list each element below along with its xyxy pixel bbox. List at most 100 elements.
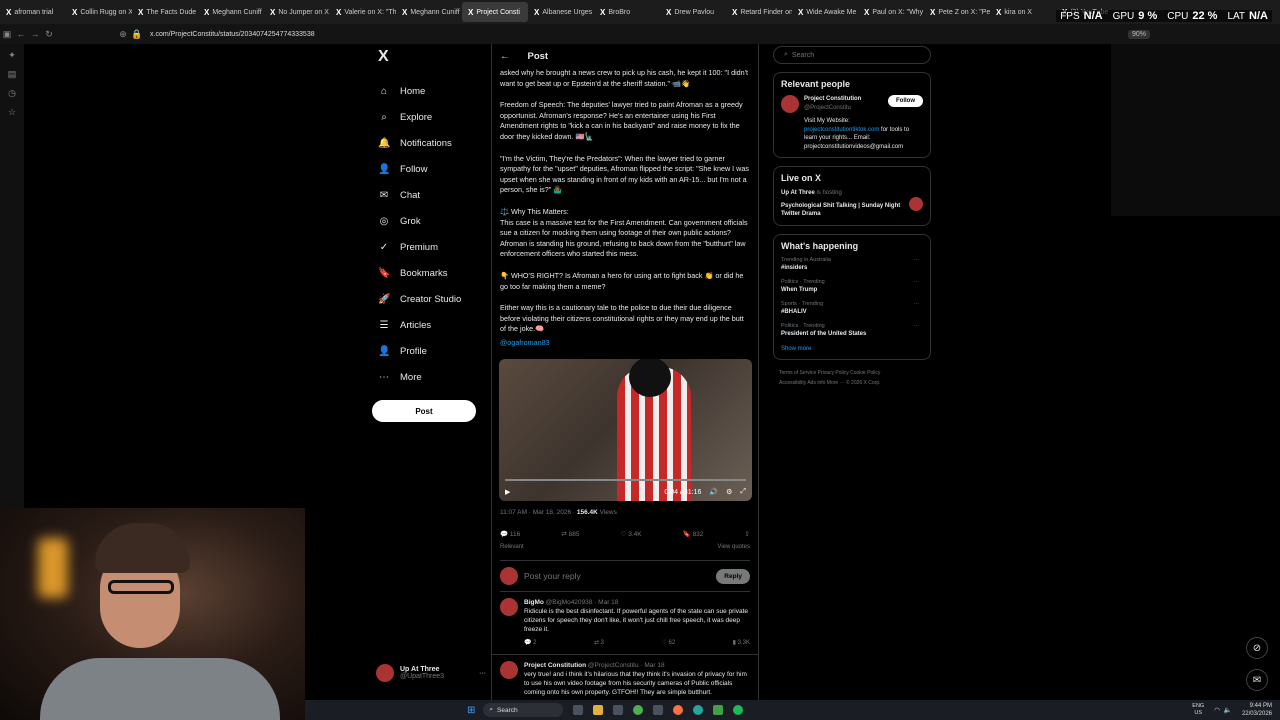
taskbar-search[interactable]: ⌕ Search (483, 703, 564, 717)
edge-icon[interactable] (693, 705, 704, 715)
share-icon[interactable]: ⇪ (745, 530, 750, 538)
view-count[interactable]: ▮ 3.3K (733, 639, 750, 648)
video-progress-bar[interactable] (505, 479, 746, 482)
nav-item-chat[interactable]: ✉ Chat (372, 182, 484, 208)
reload-icon[interactable]: ↻ (42, 29, 56, 40)
post-timestamp[interactable]: 11:07 AM · Mar 18, 2026 · (500, 509, 577, 516)
like-count[interactable]: ♡ 62 (661, 639, 675, 648)
folder-icon[interactable] (593, 705, 604, 715)
reply-input[interactable]: Post your reply (524, 571, 581, 581)
bio-link[interactable]: projectconstitutiontiktok.com (804, 127, 879, 133)
tab-6[interactable]: X Meghann Cuniff (396, 2, 462, 22)
post-button[interactable]: Post (372, 400, 476, 422)
tab-13[interactable]: X Paul on X: "Why (858, 2, 924, 22)
nav-item-follow[interactable]: 👤 Follow (372, 156, 484, 182)
nav-item-bookmarks[interactable]: 🔖 Bookmarks (372, 260, 484, 286)
nav-item-explore[interactable]: ⌕ Explore (372, 104, 484, 130)
tab-5[interactable]: X Valerie on X: "Th (330, 2, 396, 22)
trend-item[interactable]: Sports · Trending #BHALIV ··· (781, 301, 923, 315)
avatar[interactable] (500, 661, 518, 680)
trend-item[interactable]: Politics · Trending President of the Unit… (781, 323, 923, 337)
file-explorer-icon[interactable] (573, 705, 584, 715)
favorites-icon[interactable]: ☆ (8, 107, 16, 118)
back-arrow-icon[interactable]: ← (500, 51, 510, 62)
collections-icon[interactable]: ▤ (8, 69, 17, 80)
app-icon[interactable] (653, 705, 664, 715)
follow-button[interactable]: Follow (888, 95, 923, 107)
avatar[interactable] (781, 95, 799, 113)
relevant-dropdown[interactable]: Relevant (500, 544, 524, 550)
forward-icon[interactable]: → (28, 29, 42, 39)
tab-1[interactable]: X Collin Rugg on X (66, 2, 132, 22)
tab-10[interactable]: X Drew Pavlou (660, 2, 726, 22)
tab-11[interactable]: X Retard Finder on (726, 2, 792, 22)
chrome-icon[interactable] (633, 705, 644, 715)
wifi-icon[interactable]: ◠ (1214, 706, 1220, 714)
avatar[interactable] (500, 598, 518, 617)
tab-2[interactable]: X The Facts Dude (132, 2, 198, 22)
more-icon[interactable]: ··· (914, 257, 920, 263)
nav-item-more[interactable]: ⋯ More (372, 364, 484, 390)
reply-action[interactable]: 💬 116 (500, 530, 520, 538)
account-switcher[interactable]: Up At Three @UpatThree3 ··· (376, 664, 486, 682)
more-icon[interactable]: ··· (914, 279, 920, 285)
reply-count[interactable]: 💬 2 (524, 639, 536, 648)
more-icon[interactable]: ··· (914, 323, 920, 329)
firefox-icon[interactable] (673, 705, 684, 715)
nav-item-notifications[interactable]: 🔔 Notifications (372, 130, 484, 156)
messages-icon[interactable]: ✉ (1246, 669, 1268, 691)
nav-item-home[interactable]: ⌂ Home (372, 78, 484, 104)
volume-icon[interactable]: 🔊 (709, 488, 718, 496)
app-icon[interactable] (713, 705, 724, 715)
more-icon[interactable]: ··· (479, 670, 486, 677)
fullscreen-icon[interactable]: ⤢ (740, 488, 746, 496)
live-show[interactable]: Psychological Shit Talking | Sunday Nigh… (781, 202, 905, 219)
more-icon[interactable]: ··· (914, 301, 920, 307)
reply-author[interactable]: BigMo (524, 599, 544, 606)
x-logo[interactable]: X (378, 48, 484, 66)
clock[interactable]: 9:44 PM 22/03/2026 (1242, 702, 1272, 718)
live-host[interactable]: Up At Three (781, 190, 815, 196)
language-indicator[interactable]: ENG US (1192, 703, 1204, 717)
reply-author[interactable]: Project Constitution (524, 662, 586, 669)
view-quotes-link[interactable]: View quotes (717, 544, 750, 550)
site-info-icon[interactable]: ⊕ (116, 29, 130, 40)
nav-item-creator-studio[interactable]: 🚀 Creator Studio (372, 286, 484, 312)
tab-0[interactable]: Xafroman trial (0, 2, 66, 22)
nav-item-articles[interactable]: ☰ Articles (372, 312, 484, 338)
trend-item[interactable]: Trending in Australia #insiders ··· (781, 257, 923, 271)
spotify-icon[interactable] (733, 705, 744, 715)
play-icon[interactable]: ▶ (505, 488, 510, 496)
zoom-indicator[interactable]: 90% (1127, 29, 1150, 39)
settings-icon[interactable]: ⚙ (726, 488, 732, 496)
trend-item[interactable]: Politics · Trending When Trump ··· (781, 279, 923, 293)
history-icon[interactable]: ◷ (8, 88, 16, 99)
tab-3[interactable]: X Meghann Cuniff (198, 2, 264, 22)
nav-item-profile[interactable]: 👤 Profile (372, 338, 484, 364)
ai-icon[interactable]: ✦ (8, 50, 16, 61)
volume-icon[interactable]: 🔈 (1224, 706, 1232, 714)
reply-item[interactable]: Project Constitution @ProjectConstitu · … (492, 655, 758, 700)
tab-4[interactable]: X No Jumper on X (264, 2, 330, 22)
reply-item[interactable]: BigMo @BigMo420938 · Mar 18 Ridicule is t… (492, 592, 758, 656)
app-icon[interactable] (613, 705, 624, 715)
bookmark-action[interactable]: 🔖 832 (683, 530, 704, 538)
show-more-link[interactable]: Show more (781, 345, 923, 354)
tab-9[interactable]: X BroBro (594, 2, 660, 22)
reply-button[interactable]: Reply (716, 568, 750, 584)
grok-icon[interactable]: ⊘ (1246, 637, 1268, 659)
url-input[interactable]: x.com/ProjectConstitu/status/20340742547… (150, 31, 315, 38)
tab-14[interactable]: X Pete Z on X: "Pe (924, 2, 990, 22)
sidebar-toggle-icon[interactable]: ▣ (0, 29, 14, 40)
back-icon[interactable]: ← (14, 29, 28, 39)
repost-count[interactable]: ⇄ 3 (594, 639, 604, 648)
nav-item-grok[interactable]: ◎ Grok (372, 208, 484, 234)
search-input[interactable]: ⌕ Search (773, 46, 931, 64)
start-icon[interactable]: ⊞ (467, 705, 475, 716)
repost-action[interactable]: ⇄ 885 (561, 530, 579, 538)
person-name[interactable]: Project Constitution (804, 95, 883, 104)
nav-item-premium[interactable]: ✓ Premium (372, 234, 484, 260)
mention-link[interactable]: @ogafroman83 (500, 338, 550, 347)
like-action[interactable]: ♡ 3.4K (621, 530, 642, 538)
tab-12[interactable]: X Wide Awake Me (792, 2, 858, 22)
